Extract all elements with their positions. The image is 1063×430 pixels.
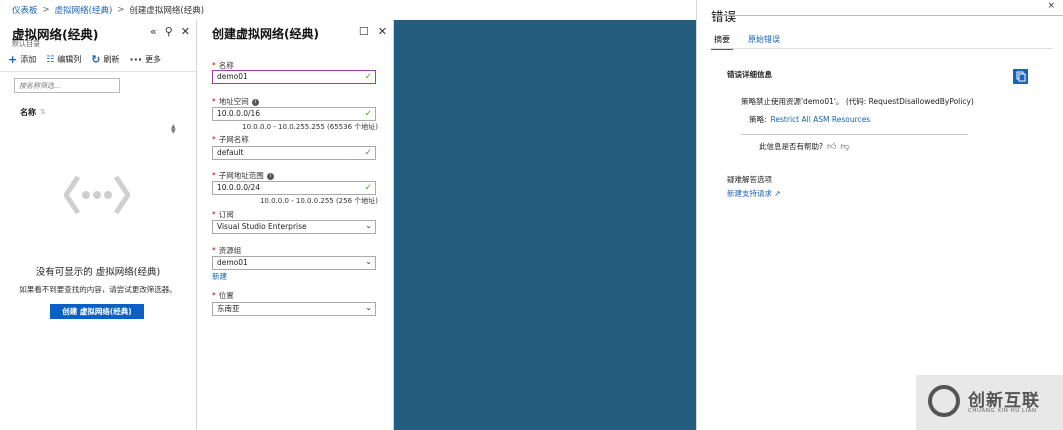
refresh-icon: ↻ [91, 53, 101, 66]
resource-group-select[interactable]: demo01 ⌄ [212, 256, 376, 270]
troubleshoot-heading: 疑难解答选项 [727, 175, 772, 184]
close-icon[interactable]: ✕ [378, 25, 387, 38]
resource-group-label: * 资源组 [212, 246, 242, 255]
error-policy: 策略: Restrict All ASM Resources [749, 114, 870, 125]
new-support-request-link[interactable]: 新建支持请求 ↗ [727, 188, 781, 199]
more-label: 更多 [145, 55, 162, 64]
columns-icon: ☷ [46, 54, 55, 65]
address-space-input[interactable]: 10.0.0.0/16 ✓ [212, 107, 376, 121]
breadcrumb-dashboard[interactable]: 仪表板 [12, 4, 38, 16]
add-button[interactable]: + 添加 [8, 53, 36, 66]
empty-state-description: 如果看不到要查找的内容，请尝试更改筛选器。 [19, 285, 177, 294]
collapse-icon[interactable]: « [150, 25, 157, 38]
subnet-range-label: * 子网地址范围 i [212, 170, 274, 181]
error-details-heading: 错误详细信息 [727, 70, 772, 79]
ellipsis-icon: ··· [129, 53, 143, 66]
chevron-down-icon: ⌄ [365, 303, 372, 312]
subscription-label: * 订阅 [212, 210, 234, 219]
copy-icon[interactable] [1013, 69, 1028, 84]
modal-backdrop [394, 20, 696, 430]
valid-check-icon: ✓ [364, 109, 372, 119]
location-select[interactable]: 东南亚 ⌄ [212, 302, 376, 316]
refresh-label: 刷新 [103, 55, 120, 64]
valid-check-icon: ✓ [364, 72, 372, 82]
create-new-resource-group-link[interactable]: 新建 [212, 271, 227, 282]
more-button[interactable]: ··· 更多 [130, 53, 162, 66]
location-label: * 位置 [212, 291, 234, 300]
maximize-icon[interactable]: ☐ [359, 25, 369, 38]
close-icon[interactable]: ✕ [181, 25, 190, 38]
info-icon: i [251, 98, 259, 106]
helpful-question: 此信息是否有帮助? [759, 142, 823, 151]
edit-columns-button[interactable]: ☷ 编辑列 [46, 54, 81, 65]
tabs-divider [711, 48, 1053, 49]
subnet-name-input[interactable]: default ✓ [212, 146, 376, 160]
error-panel: 错误 × 摘要 原始错误 错误详细信息 策略禁止使用资源'demo01'。 (代… [696, 0, 1063, 430]
breadcrumb-virtual-networks[interactable]: 虚拟网络(经典) [55, 4, 113, 16]
add-label: 添加 [20, 55, 37, 64]
watermark-logo-icon [928, 385, 960, 417]
error-message: 策略禁止使用资源'demo01'。 (代码: RequestDisallowed… [741, 97, 974, 106]
policy-label: 策略: [749, 115, 767, 124]
watermark: 创新互联 CHUANG XIN HU LIAN [916, 375, 1063, 430]
address-space-label: * 地址空间 i [212, 96, 259, 107]
filter-input[interactable] [14, 78, 120, 93]
breadcrumb-separator: > [117, 5, 125, 15]
address-space-hint: 10.0.0.0 - 10.0.255.255 (65536 个地址) [242, 123, 378, 131]
blade-subtitle: 默认目录 [12, 40, 40, 48]
breadcrumb: 仪表板 > 虚拟网络(经典) > 创建虚拟网络(经典) [0, 0, 700, 20]
external-link-icon: ↗ [774, 189, 781, 198]
vnet-empty-icon [64, 175, 130, 215]
create-vnet-blade: 创建虚拟网络(经典) ☐ ✕ * 名称 demo01 ✓ * 地址空间 i 10.0.0… [197, 20, 394, 430]
info-icon: i [266, 172, 274, 180]
error-header-line [716, 15, 1063, 16]
subnet-name-label: * 子网名称 [212, 135, 249, 144]
create-blade-controls: ☐ ✕ [359, 25, 387, 38]
create-vnet-button[interactable]: 创建 虚拟网络(经典) [50, 304, 144, 319]
watermark-subtext: CHUANG XIN HU LIAN [968, 408, 1037, 414]
vnet-list-blade: 虚拟网络(经典) 默认目录 « ⚲ ✕ + 添加 ☷ 编辑列 ↻ 刷新 ··· … [0, 20, 197, 430]
breadcrumb-separator: > [42, 5, 50, 15]
thumbs-up-icon[interactable]: 👍︎ [827, 142, 836, 152]
policy-link[interactable]: Restrict All ASM Resources [771, 115, 871, 124]
plus-icon: + [8, 53, 18, 66]
refresh-button[interactable]: ↻ 刷新 [91, 53, 119, 66]
error-divider [741, 134, 968, 135]
breadcrumb-current: 创建虚拟网络(经典) [129, 6, 205, 16]
chevron-down-icon: ⌄ [365, 221, 372, 230]
edit-columns-label: 编辑列 [57, 55, 82, 64]
column-header-name[interactable]: 名称 [20, 107, 36, 118]
close-icon[interactable]: × [1047, 1, 1055, 11]
thumbs-down-icon[interactable]: 👎︎ [840, 142, 849, 152]
feedback-row: 此信息是否有帮助? 👍︎ 👎︎ [759, 141, 850, 152]
subscription-select[interactable]: Visual Studio Enterprise ⌄ [212, 220, 376, 234]
valid-check-icon: ✓ [364, 148, 372, 158]
chevron-down-icon: ⌄ [365, 257, 372, 266]
valid-check-icon: ✓ [364, 183, 372, 193]
scroll-arrows-icon[interactable]: ▲ ▼ [171, 124, 176, 135]
pin-icon[interactable]: ⚲ [165, 25, 173, 38]
toolbar-divider [0, 71, 196, 72]
empty-state-title: 没有可显示的 虚拟网络(经典) [35, 267, 161, 278]
sort-icon[interactable]: ⇅ [40, 108, 46, 116]
toolbar: + 添加 ☷ 编辑列 ↻ 刷新 ··· 更多 [8, 53, 161, 66]
blade-controls: « ⚲ ✕ [150, 25, 190, 38]
subnet-range-input[interactable]: 10.0.0.0/24 ✓ [212, 181, 376, 195]
subnet-range-hint: 10.0.0.0 - 10.0.0.255 (256 个地址) [259, 197, 378, 205]
create-blade-title: 创建虚拟网络(经典) [212, 27, 319, 41]
name-input[interactable]: demo01 ✓ [212, 70, 376, 84]
